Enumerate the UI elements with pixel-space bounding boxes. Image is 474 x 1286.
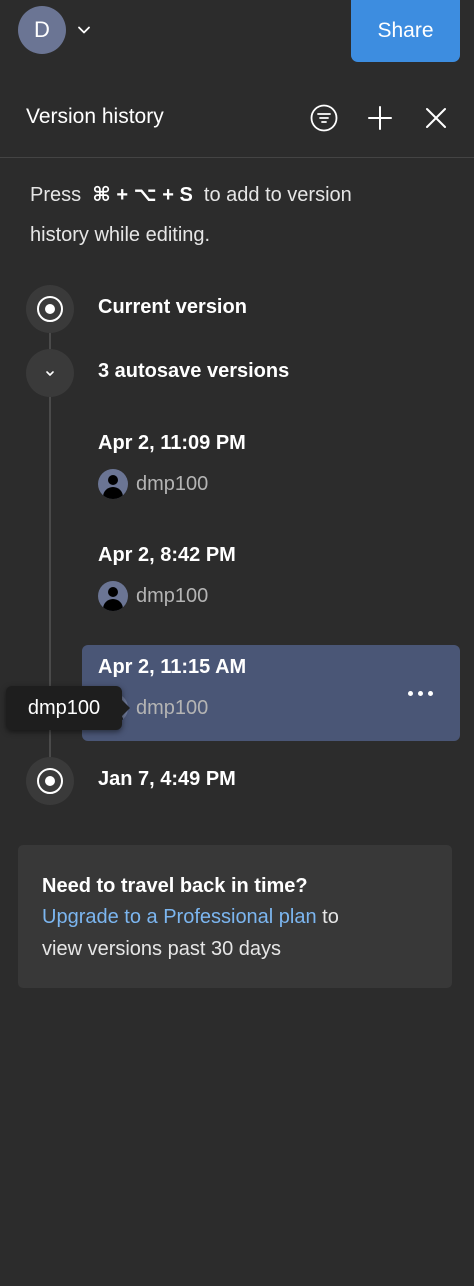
autosave-group-label[interactable]: 3 autosave versions bbox=[98, 360, 289, 383]
author-tooltip: dmp100 bbox=[6, 686, 130, 730]
filter-icon[interactable] bbox=[308, 102, 340, 134]
add-icon[interactable] bbox=[364, 102, 396, 134]
chevron-down-icon[interactable] bbox=[76, 22, 92, 38]
version-timestamp[interactable]: Apr 2, 8:42 PM bbox=[98, 544, 236, 567]
hint-suffix: to add to version bbox=[203, 184, 352, 206]
upgrade-after-link: to bbox=[316, 906, 339, 928]
close-icon[interactable] bbox=[420, 102, 452, 134]
version-author-name: dmp100 bbox=[136, 696, 209, 719]
version-timestamp[interactable]: Jan 7, 4:49 PM bbox=[98, 768, 236, 791]
share-button-label: Share bbox=[377, 19, 434, 42]
upgrade-line3: view versions past 30 days bbox=[42, 938, 282, 960]
version-timestamp[interactable]: Apr 2, 11:09 PM bbox=[98, 432, 246, 455]
version-author-name: dmp100 bbox=[136, 584, 209, 607]
version-history-header: Version history bbox=[0, 80, 474, 158]
user-avatar-icon bbox=[98, 469, 128, 499]
upgrade-body: Upgrade to a Professional plan to view v… bbox=[42, 901, 428, 965]
upgrade-link[interactable]: Upgrade to a Professional plan bbox=[42, 906, 317, 928]
top-bar: D Share bbox=[0, 0, 474, 66]
account-avatar[interactable]: D bbox=[18, 6, 66, 54]
chevron-down-icon bbox=[46, 371, 54, 376]
hint-prefix: Press bbox=[30, 184, 82, 206]
avatar-initial: D bbox=[34, 17, 50, 42]
shortcut-hint: Press ⌘ + ⌥ + S to add to version histor… bbox=[30, 175, 450, 255]
user-avatar-icon bbox=[98, 581, 128, 611]
version-author-name: dmp100 bbox=[136, 472, 209, 495]
keyboard-shortcut: ⌘ + ⌥ + S bbox=[92, 184, 193, 206]
hint-line2: history while editing. bbox=[30, 224, 211, 246]
share-button[interactable]: Share bbox=[351, 0, 460, 62]
collapse-autosave-button[interactable] bbox=[26, 349, 74, 397]
version-timestamp[interactable]: Apr 2, 11:15 AM bbox=[98, 656, 246, 679]
upgrade-card: Need to travel back in time? Upgrade to … bbox=[18, 845, 452, 988]
version-author: dmp100 bbox=[98, 581, 208, 611]
panel-title: Version history bbox=[26, 105, 164, 128]
upgrade-heading: Need to travel back in time? bbox=[42, 875, 308, 897]
named-version-marker-icon bbox=[26, 757, 74, 805]
current-version-marker-icon bbox=[26, 285, 74, 333]
more-options-icon[interactable] bbox=[398, 680, 442, 706]
current-version-label[interactable]: Current version bbox=[98, 296, 247, 319]
version-author: dmp100 bbox=[98, 469, 208, 499]
